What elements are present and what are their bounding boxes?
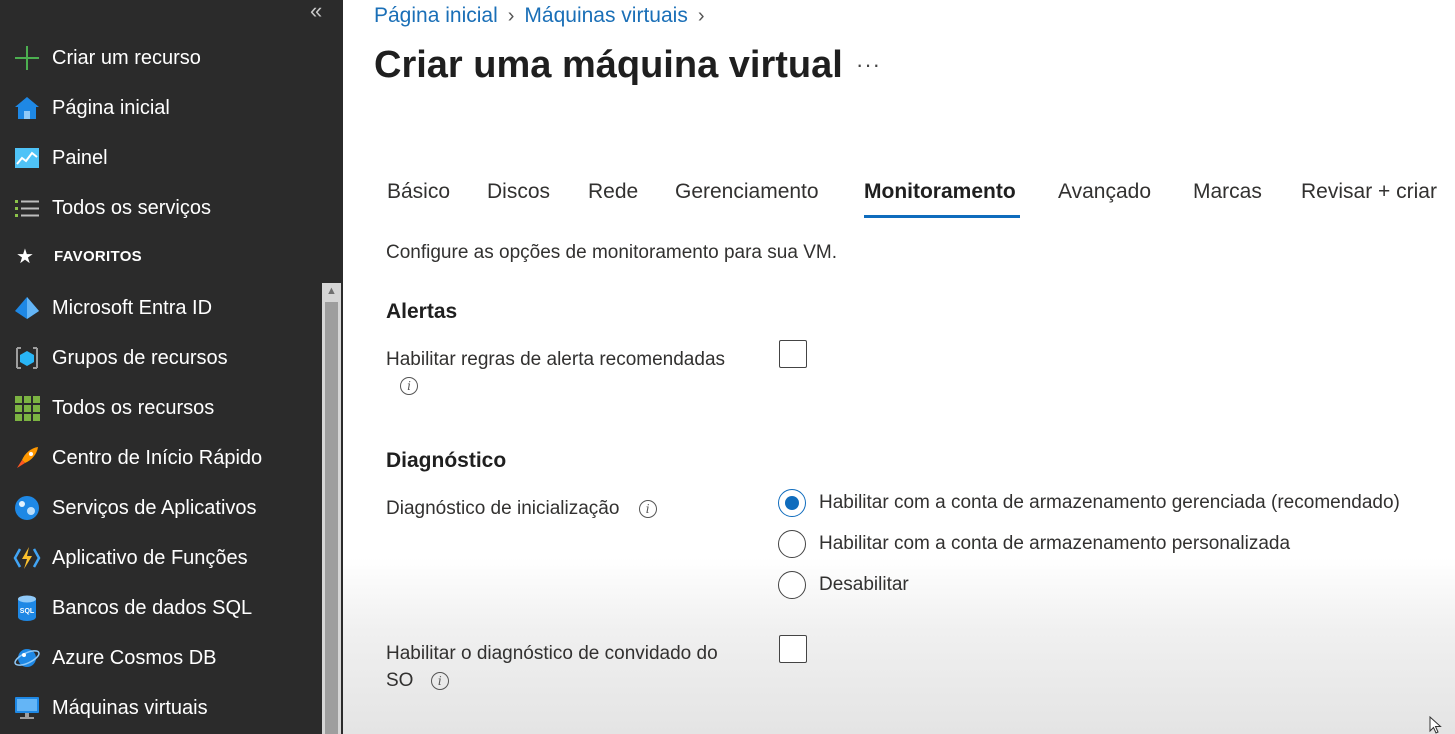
mouse-cursor-icon xyxy=(1429,716,1442,734)
info-icon[interactable]: i xyxy=(400,377,418,395)
boot-diag-option-managed[interactable]: Habilitar com a conta de armazenamento g… xyxy=(778,489,1400,517)
resource-groups-icon xyxy=(12,343,42,373)
info-icon[interactable]: i xyxy=(430,671,449,690)
sidebar-item-label: Bancos de dados SQL xyxy=(52,596,253,619)
sidebar-item-bancos-sql[interactable]: SQL Bancos de dados SQL xyxy=(0,586,322,630)
tab-avancado[interactable]: Avançado xyxy=(1058,180,1151,204)
sidebar-item-cosmos-db[interactable]: Azure Cosmos DB xyxy=(0,636,322,680)
active-tab-indicator xyxy=(864,215,1020,218)
breadcrumb: Página inicial › Máquinas virtuais › xyxy=(374,4,715,28)
breadcrumb-link-maquinas-virtuais[interactable]: Máquinas virtuais xyxy=(524,4,687,28)
sidebar-item-aplicativo-funcoes[interactable]: Aplicativo de Funções xyxy=(0,536,322,580)
radio-label: Desabilitar xyxy=(819,574,909,595)
home-icon xyxy=(12,93,42,123)
tab-marcas[interactable]: Marcas xyxy=(1193,180,1262,204)
radio-label: Habilitar com a conta de armazenamento p… xyxy=(819,533,1291,554)
favorites-header: ★ FAVORITOS xyxy=(16,244,142,269)
sidebar-item-entra-id[interactable]: Microsoft Entra ID xyxy=(0,286,322,330)
sidebar-item-criar-recurso[interactable]: Criar um recurso xyxy=(0,36,322,80)
enable-guest-diagnostics-checkbox[interactable] xyxy=(779,635,807,663)
sidebar-item-label: Máquinas virtuais xyxy=(52,696,208,719)
sidebar-item-painel[interactable]: Painel xyxy=(0,136,322,180)
tab-rede[interactable]: Rede xyxy=(588,180,638,204)
enable-alert-rules-checkbox[interactable] xyxy=(779,340,807,368)
star-icon: ★ xyxy=(16,246,34,268)
collapse-sidebar-button[interactable]: « xyxy=(310,0,322,24)
sidebar-item-label: Painel xyxy=(52,146,108,169)
scroll-up-arrow-icon[interactable]: ▲ xyxy=(322,283,341,300)
sidebar-item-todos-servicos[interactable]: Todos os serviços xyxy=(0,186,322,230)
radio-selected-icon[interactable] xyxy=(778,489,806,517)
dashboard-icon xyxy=(12,143,42,173)
tab-monitoramento[interactable]: Monitoramento xyxy=(864,180,1016,204)
radio-unselected-icon[interactable] xyxy=(778,571,806,599)
chevron-right-icon: › xyxy=(507,4,515,27)
app-services-icon xyxy=(12,493,42,523)
boot-diag-option-custom[interactable]: Habilitar com a conta de armazenamento p… xyxy=(778,530,1290,558)
virtual-machine-icon xyxy=(12,693,42,723)
sql-database-icon: SQL xyxy=(12,593,42,623)
sidebar-item-grupos-recursos[interactable]: Grupos de recursos xyxy=(0,336,322,380)
breadcrumb-link-pagina-inicial[interactable]: Página inicial xyxy=(374,4,498,28)
sidebar-item-label: Criar um recurso xyxy=(52,46,201,69)
cosmos-db-icon xyxy=(12,643,42,673)
tab-basico[interactable]: Básico xyxy=(387,180,450,204)
section-title-alertas: Alertas xyxy=(386,300,458,323)
tab-revisar-criar[interactable]: Revisar + criar xyxy=(1301,180,1437,204)
all-resources-icon xyxy=(12,393,42,423)
sidebar-item-servicos-aplicativos[interactable]: Serviços de Aplicativos xyxy=(0,486,322,530)
sidebar-item-label: Todos os recursos xyxy=(52,396,215,419)
intro-text: Configure as opções de monitoramento par… xyxy=(386,242,837,263)
field-label-alert-rules: Habilitar regras de alerta recomendadas xyxy=(386,349,726,370)
more-options-button[interactable]: ··· xyxy=(856,52,881,78)
sidebar-item-label: Azure Cosmos DB xyxy=(52,646,217,669)
field-label-boot-diagnostics: Diagnóstico de inicialização i xyxy=(386,498,657,520)
rocket-icon xyxy=(12,443,42,473)
sidebar-item-maquinas-virtuais[interactable]: Máquinas virtuais xyxy=(0,686,322,730)
guest-diagnostics-label-so: SO xyxy=(386,670,414,691)
page-title: Criar uma máquina virtual xyxy=(374,44,843,86)
sidebar-item-label: Aplicativo de Funções xyxy=(52,546,248,569)
main-content: Página inicial › Máquinas virtuais › Cri… xyxy=(343,0,1455,734)
boot-diagnostics-label: Diagnóstico de inicialização xyxy=(386,498,620,519)
sidebar-item-label: Serviços de Aplicativos xyxy=(52,496,257,519)
field-label-guest-diagnostics-line2: SO i xyxy=(386,670,449,692)
radio-unselected-icon[interactable] xyxy=(778,530,806,558)
radio-label: Habilitar com a conta de armazenamento g… xyxy=(819,492,1400,513)
tab-discos[interactable]: Discos xyxy=(487,180,550,204)
sidebar-item-label: Todos os serviços xyxy=(52,196,211,219)
list-icon xyxy=(12,193,42,223)
entra-id-icon xyxy=(12,293,42,323)
plus-icon xyxy=(12,43,42,73)
svg-text:SQL: SQL xyxy=(20,608,35,615)
chevron-right-icon: › xyxy=(697,4,705,27)
sidebar-item-label: Grupos de recursos xyxy=(52,346,228,369)
field-label-guest-diagnostics-line1: Habilitar o diagnóstico de convidado do xyxy=(386,643,718,664)
sidebar-scrollbar-thumb[interactable] xyxy=(325,302,338,734)
info-icon[interactable]: i xyxy=(638,499,657,518)
boot-diag-option-disable[interactable]: Desabilitar xyxy=(778,571,909,599)
tab-gerenciamento[interactable]: Gerenciamento xyxy=(675,180,819,204)
sidebar-item-todos-recursos[interactable]: Todos os recursos xyxy=(0,386,322,430)
sidebar-item-label: Centro de Início Rápido xyxy=(52,446,263,469)
sidebar-item-label: Página inicial xyxy=(52,96,170,119)
sidebar-nav: « Criar um recurso Página inicial Painel… xyxy=(0,0,343,734)
favorites-header-label: FAVORITOS xyxy=(54,248,142,265)
function-app-icon xyxy=(12,543,42,573)
sidebar-item-inicio-rapido[interactable]: Centro de Início Rápido xyxy=(0,436,322,480)
sidebar-item-pagina-inicial[interactable]: Página inicial xyxy=(0,86,322,130)
sidebar-item-label: Microsoft Entra ID xyxy=(52,296,213,319)
section-title-diagnostico: Diagnóstico xyxy=(386,449,507,472)
